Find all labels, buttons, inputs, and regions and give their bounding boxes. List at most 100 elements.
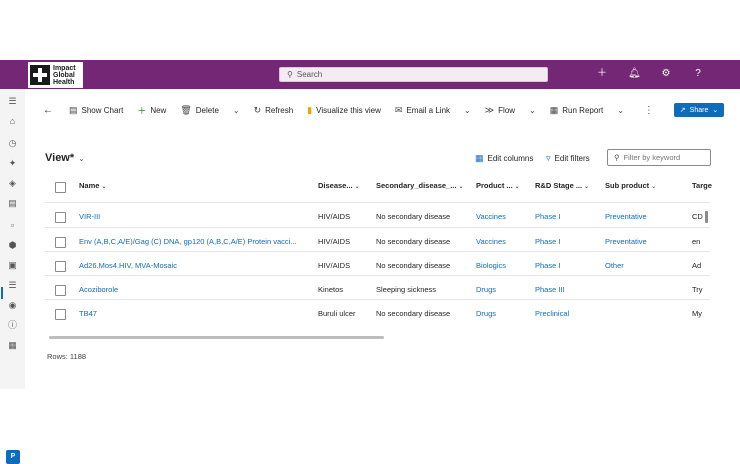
filter-keyword-input[interactable]: ⚲ Filter by keyword bbox=[607, 149, 711, 166]
table-cell-secondary-disease: No secondary disease bbox=[376, 261, 451, 270]
info-icon[interactable]: ⓘ bbox=[7, 320, 18, 331]
email-icon: ✉ bbox=[394, 104, 403, 115]
table-cell-sub-product[interactable]: Preventative bbox=[605, 237, 647, 246]
show-chart-button[interactable]: ▤ Show Chart bbox=[69, 105, 123, 116]
row-divider bbox=[45, 275, 710, 276]
table-cell-name[interactable]: TB47 bbox=[79, 309, 97, 318]
row-checkbox[interactable] bbox=[55, 237, 66, 248]
table-cell-name[interactable]: VIR-III bbox=[79, 212, 100, 221]
pin-icon[interactable]: ✦ bbox=[7, 158, 18, 169]
vertical-scrollbar[interactable] bbox=[705, 211, 708, 223]
hamburger-icon[interactable]: ☰ bbox=[7, 96, 18, 107]
logo-text: Impact Global Health bbox=[53, 64, 76, 86]
refresh-icon: ↻ bbox=[253, 104, 262, 115]
edit-filters-button[interactable]: ▿ Edit filters bbox=[546, 153, 590, 164]
column-header-target[interactable]: Targe bbox=[692, 181, 712, 190]
column-header-product[interactable]: Product ... ⌄ bbox=[476, 181, 520, 190]
table-cell-rd-stage[interactable]: Phase I bbox=[535, 237, 560, 246]
plus-icon: ＋ bbox=[137, 105, 147, 116]
table-cell-target: Try bbox=[692, 285, 703, 294]
chevron-down-icon[interactable]: ⌄ bbox=[464, 106, 471, 115]
search-placeholder: Search bbox=[296, 70, 323, 79]
table-cell-rd-stage[interactable]: Preclinical bbox=[535, 309, 569, 318]
app-logo[interactable]: Impact Global Health bbox=[28, 62, 83, 88]
refresh-button[interactable]: ↻ Refresh bbox=[254, 105, 294, 116]
table-cell-secondary-disease: No secondary disease bbox=[376, 309, 451, 318]
visualize-button[interactable]: ▮ Visualize this view bbox=[307, 105, 381, 116]
table-cell-sub-product[interactable]: Preventative bbox=[605, 212, 647, 221]
table-cell-secondary-disease: No secondary disease bbox=[376, 212, 451, 221]
table-cell-target: Ad bbox=[692, 261, 702, 270]
run-report-button[interactable]: ▦ Run Report bbox=[550, 105, 603, 116]
chevron-down-icon: ⌄ bbox=[101, 184, 107, 190]
view-selector[interactable]: View* ⌄ bbox=[45, 152, 85, 164]
trash-icon: 🗑︎ bbox=[180, 104, 192, 115]
chevron-down-icon[interactable]: ⌄ bbox=[617, 106, 624, 115]
table-cell-sub-product[interactable]: Other bbox=[605, 261, 624, 270]
column-header-disease[interactable]: Disease... ⌄ bbox=[318, 181, 360, 190]
new-button[interactable]: ＋ New bbox=[137, 104, 166, 117]
chevron-down-icon[interactable]: ⌄ bbox=[529, 106, 536, 115]
row-checkbox[interactable] bbox=[55, 261, 66, 272]
network-icon[interactable]: ◈ bbox=[7, 178, 18, 189]
edit-columns-button[interactable]: ▦ Edit columns bbox=[475, 153, 533, 164]
table-cell-product[interactable]: Drugs bbox=[476, 309, 496, 318]
row-divider bbox=[45, 251, 710, 252]
list-icon[interactable]: ☰ bbox=[7, 280, 18, 291]
chevron-down-icon[interactable]: ⌄ bbox=[233, 106, 240, 115]
hexagon-icon[interactable]: ⬢ bbox=[7, 240, 18, 251]
target-icon[interactable]: ◉ bbox=[7, 300, 18, 311]
row-checkbox[interactable] bbox=[55, 309, 66, 320]
table-cell-product[interactable]: Drugs bbox=[476, 285, 496, 294]
column-header-secondary-disease[interactable]: Secondary_disease_... ⌄ bbox=[376, 181, 464, 190]
user-avatar[interactable]: P bbox=[6, 450, 20, 464]
global-search-input[interactable]: ⚲ Search bbox=[279, 67, 548, 82]
select-all-checkbox[interactable] bbox=[55, 182, 66, 193]
header-divider bbox=[45, 202, 710, 203]
row-divider bbox=[45, 227, 710, 228]
document-icon[interactable]: ▫ bbox=[7, 220, 18, 231]
row-checkbox[interactable] bbox=[55, 212, 66, 223]
chart-icon: ▤ bbox=[69, 104, 78, 115]
column-header-name[interactable]: Name ⌄ bbox=[79, 181, 106, 190]
bell-icon[interactable]: 🔔︎ bbox=[628, 66, 641, 82]
share-button[interactable]: ↗ Share ⌄ bbox=[674, 103, 724, 117]
row-checkbox[interactable] bbox=[55, 285, 66, 296]
table-cell-product[interactable]: Vaccines bbox=[476, 237, 506, 246]
delete-button[interactable]: 🗑︎ Delete bbox=[180, 105, 219, 116]
table-cell-rd-stage[interactable]: Phase I bbox=[535, 261, 560, 270]
horizontal-scrollbar[interactable] bbox=[49, 336, 384, 339]
back-arrow-icon[interactable]: ← bbox=[43, 105, 53, 116]
table-cell-name[interactable]: Ad26.Mos4.HIV, MVA-Mosaic bbox=[79, 261, 177, 270]
chevron-down-icon: ⌄ bbox=[514, 184, 520, 190]
email-link-button[interactable]: ✉ Email a Link bbox=[395, 105, 450, 116]
chevron-down-icon: ⌄ bbox=[651, 184, 657, 190]
left-nav: ☰ ⌂ ◷ ✦ ◈ ▤ ▫ ⬢ ▣ ☰ ◉ ⓘ ▦ P bbox=[0, 89, 25, 464]
help-icon[interactable]: ? bbox=[692, 66, 704, 82]
book-icon[interactable]: ▦ bbox=[7, 340, 18, 351]
report-icon[interactable]: ▣ bbox=[7, 260, 18, 271]
search-icon: ⚲ bbox=[614, 153, 620, 162]
records-icon[interactable]: ▤ bbox=[7, 198, 18, 209]
table-cell-name[interactable]: Env (A,B,C,A/E)/Gag (C) DNA, gp120 (A,B,… bbox=[79, 237, 297, 246]
report-icon: ▦ bbox=[549, 104, 559, 115]
home-icon[interactable]: ⌂ bbox=[7, 116, 18, 127]
flow-button[interactable]: ≫ Flow bbox=[485, 105, 515, 116]
table-cell-rd-stage[interactable]: Phase III bbox=[535, 285, 565, 294]
table-cell-name[interactable]: Acoziborole bbox=[79, 285, 118, 294]
chevron-down-icon: ⌄ bbox=[712, 107, 719, 114]
table-cell-product[interactable]: Biologics bbox=[476, 261, 506, 270]
column-header-sub-product[interactable]: Sub product ⌄ bbox=[605, 181, 656, 190]
more-options-icon[interactable]: ⋮ bbox=[644, 105, 654, 116]
chevron-down-icon: ⌄ bbox=[354, 184, 360, 190]
column-header-rd-stage[interactable]: R&D Stage ... ⌄ bbox=[535, 181, 589, 190]
search-icon: ⚲ bbox=[287, 70, 293, 79]
table-cell-product[interactable]: Vaccines bbox=[476, 212, 506, 221]
table-cell-target: CD bbox=[692, 212, 703, 221]
chevron-down-icon: ⌄ bbox=[458, 184, 464, 190]
flow-icon: ≫ bbox=[484, 104, 495, 115]
recent-icon[interactable]: ◷ bbox=[7, 138, 18, 149]
table-cell-rd-stage[interactable]: Phase I bbox=[535, 212, 560, 221]
plus-icon[interactable]: ＋ bbox=[596, 66, 608, 82]
gear-icon[interactable]: ⚙ bbox=[660, 66, 672, 82]
